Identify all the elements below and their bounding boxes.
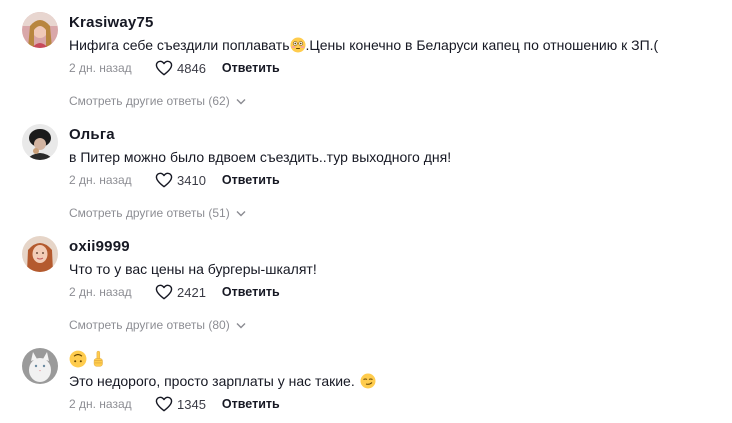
reply-button[interactable]: Ответить xyxy=(222,397,280,411)
comment-username[interactable] xyxy=(69,350,107,368)
view-more-replies-label: Смотреть другие ответы (80) xyxy=(69,318,230,332)
comment-text: Это недорого, просто зарплаты у нас таки… xyxy=(69,373,376,389)
flushed-face-icon xyxy=(290,37,306,53)
avatar[interactable] xyxy=(22,124,58,160)
heart-outline-icon xyxy=(155,60,173,76)
like-count: 4846 xyxy=(177,60,206,76)
like-button[interactable]: 2421 xyxy=(155,284,206,300)
comment-text: в Питер можно было вдвоем съездить..тур … xyxy=(69,149,452,165)
chevron-down-icon xyxy=(236,98,246,104)
heart-outline-icon xyxy=(155,396,173,412)
comment-username[interactable]: Ольга xyxy=(69,126,115,143)
comment-time: 2 дн. назад xyxy=(69,61,132,75)
avatar[interactable] xyxy=(22,12,58,48)
comment-meta: 2 дн. назад 4846 Ответить xyxy=(69,58,280,78)
view-more-replies-button[interactable]: Смотреть другие ответы (51) xyxy=(69,206,246,220)
comment-username[interactable]: oxii9999 xyxy=(69,238,130,255)
smirking-face-icon xyxy=(360,373,376,389)
like-button[interactable]: 3410 xyxy=(155,172,206,188)
comment-username[interactable]: Krasiway75 xyxy=(69,14,154,31)
view-more-replies-button[interactable]: Смотреть другие ответы (62) xyxy=(69,94,246,108)
comment-meta: 2 дн. назад 1345 Ответить xyxy=(69,394,280,414)
like-count: 2421 xyxy=(177,284,206,300)
like-button[interactable]: 1345 xyxy=(155,396,206,412)
reply-button[interactable]: Ответить xyxy=(222,285,280,299)
heart-outline-icon xyxy=(155,284,173,300)
comment-text-part: .Цены конечно в Беларуси капец по отноше… xyxy=(305,37,659,53)
avatar[interactable] xyxy=(22,236,58,272)
upside-down-face-icon xyxy=(69,350,87,368)
chevron-down-icon xyxy=(236,210,246,216)
view-more-replies-button[interactable]: Смотреть другие ответы (80) xyxy=(69,318,246,332)
reply-button[interactable]: Ответить xyxy=(222,61,280,75)
view-more-replies-label: Смотреть другие ответы (62) xyxy=(69,94,230,108)
comment-text: Нифига себе съездили поплавать .Цены кон… xyxy=(69,37,658,53)
heart-outline-icon xyxy=(155,172,173,188)
reply-button[interactable]: Ответить xyxy=(222,173,280,187)
comment-time: 2 дн. назад xyxy=(69,285,132,299)
like-count: 3410 xyxy=(177,172,206,188)
avatar[interactable] xyxy=(22,348,58,384)
view-more-replies-label: Смотреть другие ответы (51) xyxy=(69,206,230,220)
comment-meta: 2 дн. назад 3410 Ответить xyxy=(69,170,280,190)
comment-meta: 2 дн. назад 2421 Ответить xyxy=(69,282,280,302)
comment-text-part: Нифига себе съездили поплавать xyxy=(69,37,290,53)
comment-time: 2 дн. назад xyxy=(69,397,132,411)
comment-text-part: Это недорого, просто зарплаты у нас таки… xyxy=(69,373,355,389)
chevron-down-icon xyxy=(236,322,246,328)
index-pointing-up-icon xyxy=(89,350,107,368)
comment-time: 2 дн. назад xyxy=(69,173,132,187)
like-count: 1345 xyxy=(177,396,206,412)
comment-text: Что то у вас цены на бургеры-шкалят! xyxy=(69,261,317,277)
like-button[interactable]: 4846 xyxy=(155,60,206,76)
